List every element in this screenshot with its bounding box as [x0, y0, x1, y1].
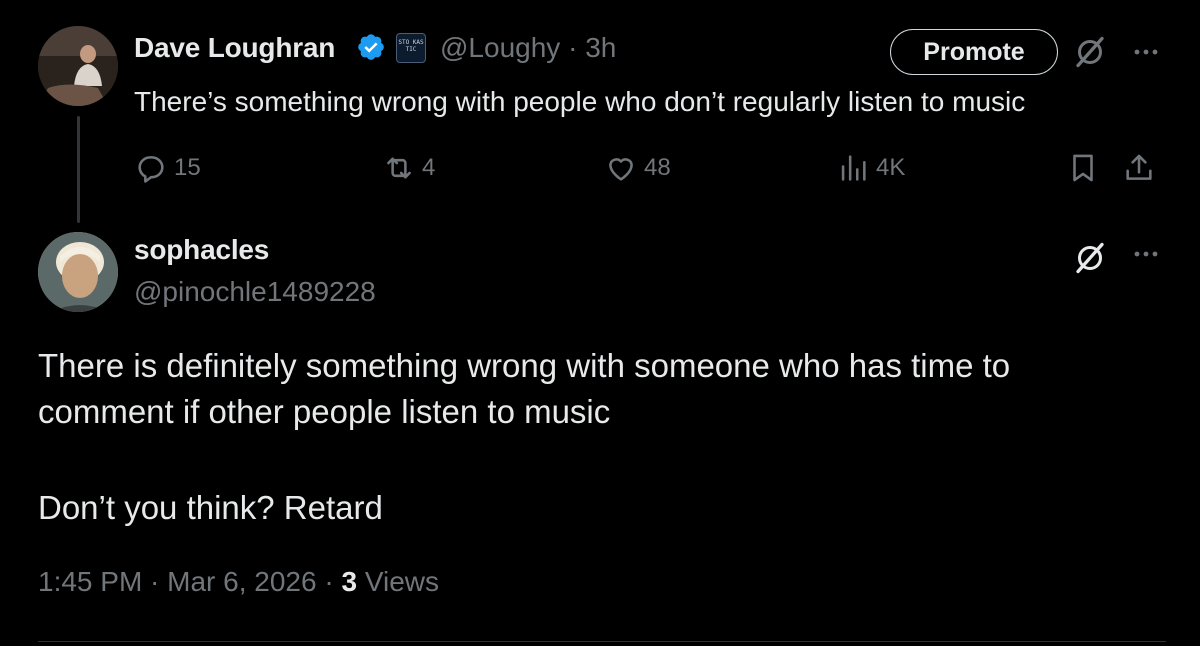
reply-views-label: Views	[357, 566, 440, 597]
like-count: 48	[644, 154, 671, 181]
avatar[interactable]	[38, 26, 118, 106]
like-button[interactable]: 48	[604, 148, 671, 188]
reply-text-line: Don’t you think? Retard	[38, 489, 383, 526]
reply-count: 15	[174, 154, 201, 181]
reply-text-line: There is definitely something wrong with…	[38, 347, 1011, 384]
views-button[interactable]: 4K	[836, 148, 905, 188]
like-icon	[609, 158, 633, 181]
more-icon[interactable]	[1128, 236, 1164, 272]
reply-meta: 1:45 PM · Mar 6, 2026 · 3 Views	[38, 566, 439, 598]
repost-count: 4	[422, 154, 436, 181]
verified-badge-icon[interactable]	[356, 32, 386, 62]
reply-timestamp[interactable]: 1:45 PM · Mar 6, 2026 ·	[38, 566, 341, 597]
reply-author-name[interactable]: sophacles	[134, 234, 269, 266]
reply-views-count: 3	[341, 566, 358, 597]
grok-icon[interactable]	[1072, 240, 1108, 276]
repost-button[interactable]: 4	[382, 148, 435, 188]
avatar[interactable]	[38, 232, 118, 312]
reply-button[interactable]: 15	[134, 148, 201, 188]
repost-icon	[387, 157, 411, 179]
thread-line	[77, 116, 80, 223]
bookmark-icon	[1073, 154, 1093, 182]
more-icon[interactable]	[1128, 34, 1164, 70]
divider	[38, 641, 1166, 642]
views-icon	[841, 155, 866, 181]
reply-text: There is definitely something wrong with…	[38, 343, 1158, 531]
grok-icon[interactable]	[1072, 34, 1108, 70]
author-name[interactable]: Dave Loughran	[134, 32, 335, 64]
share-button[interactable]	[1122, 148, 1156, 188]
reply-author-handle[interactable]: @pinochle1489228	[134, 276, 376, 308]
affiliate-badge[interactable]: STO KAS TIC	[396, 33, 426, 63]
reply-icon	[138, 156, 164, 183]
author-handle[interactable]: @Loughy · 3h	[440, 32, 616, 64]
bookmark-button[interactable]	[1066, 148, 1100, 188]
share-icon	[1126, 154, 1152, 180]
views-count: 4K	[876, 154, 906, 181]
promote-button[interactable]: Promote	[890, 29, 1058, 75]
reply-text-line: comment if other people listen to music	[38, 393, 611, 430]
tweet-text: There’s something wrong with people who …	[134, 86, 1026, 117]
